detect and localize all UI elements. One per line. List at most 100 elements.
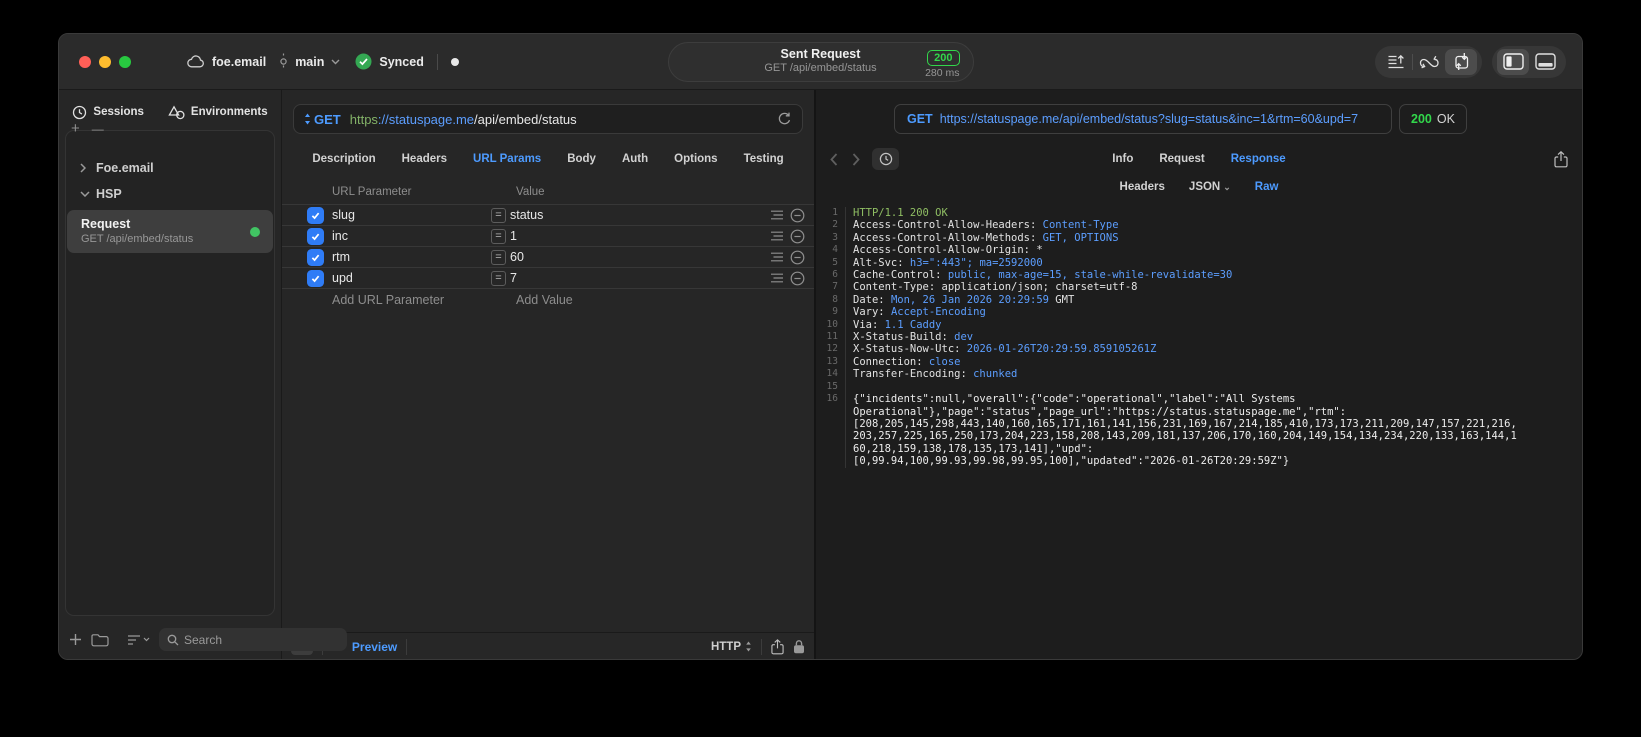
line-number: 8 (816, 293, 846, 307)
status-code-badge: 200 (927, 50, 960, 66)
param-checkbox[interactable] (307, 269, 324, 287)
remove-row-icon[interactable] (790, 229, 805, 244)
swap-arrows-icon (1419, 54, 1440, 70)
tab-request[interactable]: Request (1159, 153, 1204, 165)
lock-button[interactable] (793, 639, 805, 654)
line-number: 10 (816, 318, 846, 332)
history-button[interactable] (872, 148, 899, 170)
tab-sessions[interactable]: Sessions (72, 105, 144, 120)
table-header: URL Parameter Value (282, 184, 814, 204)
search-input[interactable] (184, 632, 339, 647)
subtab-raw[interactable]: Raw (1255, 181, 1279, 193)
sent-method-label: GET (907, 112, 933, 126)
param-value[interactable]: 7 (510, 271, 517, 285)
response-code[interactable]: 1 HTTP/1.1 200 OK 2 Access-Control-Allow-He… (816, 207, 1582, 659)
tab-response[interactable]: Response (1231, 153, 1286, 165)
preview-label: Preview (351, 639, 398, 654)
tab-description[interactable]: Description (312, 153, 375, 165)
code-line: 4 Access-Control-Allow-Origin: * (816, 244, 1582, 257)
sort-options-button[interactable] (127, 634, 150, 646)
protocol-label: HTTP (710, 640, 741, 653)
tab-options[interactable]: Options (674, 153, 717, 165)
code-line: 13 Connection: close (816, 355, 1582, 369)
sync-status-label: Synced (379, 54, 424, 69)
toggle-left-sidebar-button[interactable] (1497, 48, 1529, 75)
subtab-json[interactable]: JSON ⌄ (1189, 181, 1231, 193)
tab-headers[interactable]: Headers (402, 153, 447, 165)
add-session-button[interactable]: + (71, 120, 80, 137)
export-response-button[interactable] (1554, 150, 1568, 168)
project-name[interactable]: foe.email (212, 55, 266, 69)
share-button[interactable] (771, 638, 784, 655)
equals-icon: = (491, 228, 506, 244)
chevron-down-icon[interactable] (331, 59, 340, 65)
chevron-left-icon[interactable] (830, 152, 838, 166)
add-request-button[interactable] (69, 633, 82, 646)
tree-group-hsp[interactable]: HSP (66, 181, 274, 207)
dynamic-values-button[interactable] (1413, 49, 1445, 75)
method-selector[interactable]: GET (304, 112, 341, 127)
line-number: 9 (816, 306, 846, 319)
code-text: Connection: close (853, 355, 961, 368)
param-value[interactable]: 1 (510, 229, 517, 243)
tab-environments[interactable]: Environments (168, 104, 268, 120)
param-checkbox[interactable] (307, 206, 324, 224)
tab-body[interactable]: Body (567, 153, 596, 165)
row-actions (770, 229, 805, 244)
close-button[interactable] (79, 55, 91, 68)
remove-row-icon[interactable] (790, 208, 805, 223)
param-name[interactable]: inc (332, 229, 491, 243)
sent-request-url-box[interactable]: GET https://statuspage.me/api/embed/stat… (894, 104, 1392, 134)
tab-url-params[interactable]: URL Params (473, 153, 541, 165)
code-line: 2 Access-Control-Allow-Headers: Content-T… (816, 219, 1582, 232)
project-group: foe.email main Synced (187, 53, 459, 70)
code-text: 203,257,225,165,250,173,204,223,158,208,… (853, 430, 1517, 443)
request-summary-pill[interactable]: Sent Request GET /api/embed/status 200 2… (667, 42, 974, 82)
request-url-bar[interactable]: GET https://statuspage.me/api/embed/stat… (293, 104, 803, 134)
chevron-right-icon[interactable] (852, 152, 860, 166)
param-value[interactable]: status (510, 208, 543, 222)
sidebar-request-item[interactable]: Request GET /api/embed/status (67, 210, 273, 253)
minimize-button[interactable] (99, 55, 111, 68)
param-checkbox[interactable] (307, 248, 324, 266)
sidebar-add-remove: + — (71, 120, 104, 137)
text-options-icon[interactable] (770, 272, 784, 284)
param-checkbox[interactable] (307, 227, 324, 245)
tab-auth[interactable]: Auth (622, 153, 648, 165)
code-line: 203,257,225,165,250,173,204,223,158,208,… (816, 430, 1582, 443)
text-options-icon[interactable] (770, 230, 784, 242)
tree-group-foe-email[interactable]: Foe.email (66, 155, 274, 181)
window-content: Sessions Environments + — Foe.email HSP … (59, 90, 1582, 659)
toolbar-group-actions (1375, 45, 1482, 78)
remove-session-button[interactable]: — (92, 122, 104, 137)
import-export-button[interactable] (1445, 48, 1477, 75)
toggle-bottom-panel-button[interactable] (1529, 49, 1561, 75)
param-name[interactable]: rtm (332, 250, 491, 264)
equals-icon: = (491, 270, 506, 286)
line-number: 1 (816, 207, 846, 220)
branch-name[interactable]: main (295, 55, 324, 69)
synced-check-icon (355, 53, 372, 70)
request-order-button[interactable] (1380, 49, 1412, 75)
table-row: inc = 1 (282, 225, 814, 246)
protocol-selector[interactable]: HTTP (711, 641, 752, 653)
zoom-button[interactable] (119, 55, 131, 68)
text-options-icon[interactable] (770, 251, 784, 263)
add-param-placeholder[interactable]: Add URL Parameter (332, 293, 444, 307)
tab-info[interactable]: Info (1112, 153, 1133, 165)
param-name[interactable]: upd (332, 271, 491, 285)
add-value-placeholder[interactable]: Add Value (516, 293, 573, 307)
add-param-row: Add URL Parameter Add Value (282, 288, 814, 309)
new-folder-button[interactable] (91, 633, 109, 647)
remove-row-icon[interactable] (790, 250, 805, 265)
param-name[interactable]: slug (332, 208, 491, 222)
remove-row-icon[interactable] (790, 271, 805, 286)
text-options-icon[interactable] (770, 209, 784, 221)
tab-testing[interactable]: Testing (744, 153, 784, 165)
url-path: /api/embed/status (474, 111, 577, 127)
chevron-down-icon (80, 191, 90, 197)
param-value[interactable]: 60 (510, 250, 524, 264)
subtab-headers[interactable]: Headers (1120, 181, 1165, 193)
resend-button[interactable] (777, 111, 792, 127)
